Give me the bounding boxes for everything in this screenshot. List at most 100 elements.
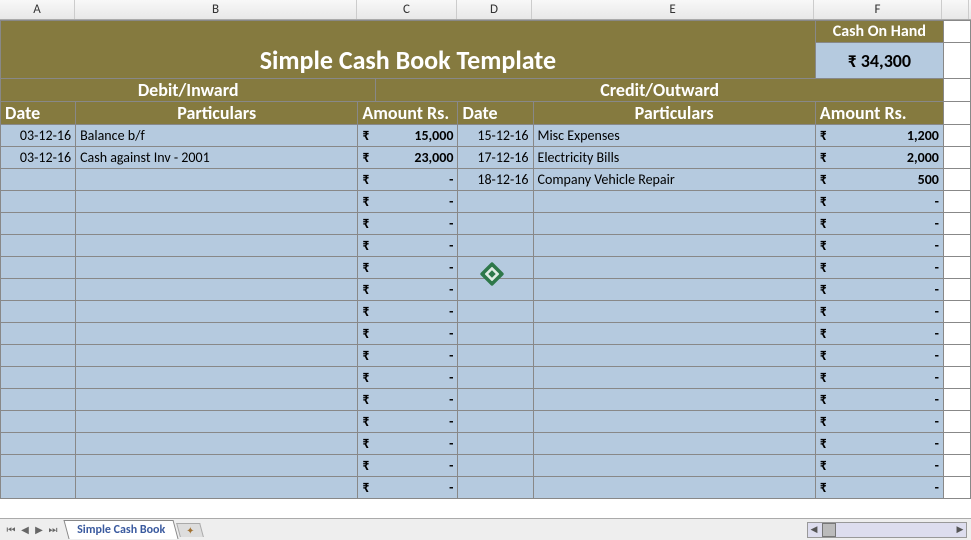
spreadsheet-grid[interactable]: Cash On Hand Simple Cash Book Template ₹… xyxy=(0,20,971,499)
debit-particulars[interactable] xyxy=(76,411,358,433)
new-sheet-button[interactable]: ✦ xyxy=(176,523,204,537)
debit-rupee[interactable]: ₹ xyxy=(358,433,376,455)
debit-particulars[interactable] xyxy=(76,279,358,301)
debit-date[interactable] xyxy=(1,411,76,433)
debit-amount[interactable]: - xyxy=(376,455,458,477)
tab-prev-icon[interactable]: ◀ xyxy=(18,523,32,536)
debit-date[interactable] xyxy=(1,345,76,367)
empty-cell[interactable] xyxy=(943,43,970,79)
tab-next-icon[interactable]: ▶ xyxy=(32,523,46,536)
empty-cell[interactable] xyxy=(943,433,970,455)
empty-cell[interactable] xyxy=(943,169,970,191)
debit-particulars[interactable] xyxy=(76,257,358,279)
debit-particulars[interactable]: Cash against Inv - 2001 xyxy=(76,147,358,169)
empty-cell[interactable] xyxy=(943,257,970,279)
credit-date[interactable]: 17-12-16 xyxy=(458,147,533,169)
column-letter[interactable]: A xyxy=(0,0,75,19)
debit-particulars[interactable] xyxy=(76,345,358,367)
credit-amount[interactable]: - xyxy=(833,455,943,477)
debit-amount[interactable]: - xyxy=(376,169,458,191)
column-letter[interactable]: B xyxy=(75,0,357,19)
debit-amount[interactable]: - xyxy=(376,235,458,257)
credit-rupee[interactable]: ₹ xyxy=(815,433,833,455)
credit-date[interactable]: 18-12-16 xyxy=(458,169,533,191)
credit-rupee[interactable]: ₹ xyxy=(815,125,833,147)
debit-date[interactable] xyxy=(1,235,76,257)
credit-amount[interactable]: - xyxy=(833,257,943,279)
credit-particulars[interactable] xyxy=(533,433,815,455)
scroll-thumb[interactable] xyxy=(822,523,836,537)
credit-rupee[interactable]: ₹ xyxy=(815,367,833,389)
column-letter[interactable]: F xyxy=(814,0,942,19)
debit-date[interactable]: 03-12-16 xyxy=(1,125,76,147)
credit-particulars[interactable] xyxy=(533,367,815,389)
debit-rupee[interactable]: ₹ xyxy=(358,191,376,213)
tab-first-icon[interactable]: ⏮ xyxy=(4,523,18,536)
credit-amount[interactable]: - xyxy=(833,279,943,301)
debit-date[interactable] xyxy=(1,213,76,235)
empty-cell[interactable] xyxy=(943,125,970,147)
debit-date[interactable] xyxy=(1,323,76,345)
credit-rupee[interactable]: ₹ xyxy=(815,279,833,301)
horizontal-scrollbar[interactable]: ◀ ▶ xyxy=(807,522,967,538)
credit-amount[interactable]: - xyxy=(833,389,943,411)
debit-amount[interactable]: - xyxy=(376,279,458,301)
debit-rupee[interactable]: ₹ xyxy=(358,125,376,147)
credit-rupee[interactable]: ₹ xyxy=(815,147,833,169)
debit-date[interactable] xyxy=(1,279,76,301)
scroll-left-icon[interactable]: ◀ xyxy=(808,523,820,537)
credit-rupee[interactable]: ₹ xyxy=(815,191,833,213)
credit-amount[interactable]: - xyxy=(833,301,943,323)
credit-particulars[interactable]: Misc Expenses xyxy=(533,125,815,147)
debit-amount[interactable]: - xyxy=(376,323,458,345)
debit-date[interactable] xyxy=(1,191,76,213)
debit-particulars[interactable] xyxy=(76,433,358,455)
debit-amount[interactable]: - xyxy=(376,411,458,433)
empty-cell[interactable] xyxy=(943,102,970,125)
empty-cell[interactable] xyxy=(943,213,970,235)
empty-cell[interactable] xyxy=(943,147,970,169)
credit-particulars[interactable] xyxy=(533,279,815,301)
empty-cell[interactable] xyxy=(943,191,970,213)
credit-particulars[interactable] xyxy=(533,235,815,257)
debit-amount[interactable]: - xyxy=(376,389,458,411)
debit-amount[interactable]: - xyxy=(376,433,458,455)
debit-date[interactable] xyxy=(1,433,76,455)
debit-amount[interactable]: 23,000 xyxy=(376,147,458,169)
debit-particulars[interactable] xyxy=(76,455,358,477)
credit-rupee[interactable]: ₹ xyxy=(815,213,833,235)
debit-particulars[interactable] xyxy=(76,301,358,323)
empty-cell[interactable] xyxy=(943,323,970,345)
empty-cell[interactable] xyxy=(943,235,970,257)
debit-date[interactable]: 03-12-16 xyxy=(1,147,76,169)
debit-rupee[interactable]: ₹ xyxy=(358,147,376,169)
debit-amount[interactable]: - xyxy=(376,345,458,367)
empty-cell[interactable] xyxy=(943,21,970,43)
debit-particulars[interactable] xyxy=(76,213,358,235)
debit-rupee[interactable]: ₹ xyxy=(358,455,376,477)
column-letter[interactable]: C xyxy=(357,0,457,19)
credit-particulars[interactable] xyxy=(533,411,815,433)
column-letter[interactable]: E xyxy=(532,0,814,19)
debit-rupee[interactable]: ₹ xyxy=(358,169,376,191)
debit-date[interactable] xyxy=(1,257,76,279)
debit-amount[interactable]: - xyxy=(376,301,458,323)
credit-amount[interactable]: - xyxy=(833,433,943,455)
credit-rupee[interactable]: ₹ xyxy=(815,301,833,323)
empty-cell[interactable] xyxy=(943,345,970,367)
empty-cell[interactable] xyxy=(943,455,970,477)
credit-date[interactable] xyxy=(458,367,533,389)
debit-particulars[interactable]: Balance b/f xyxy=(76,125,358,147)
debit-rupee[interactable]: ₹ xyxy=(358,257,376,279)
credit-particulars[interactable]: Electricity Bills xyxy=(533,147,815,169)
credit-date[interactable] xyxy=(458,235,533,257)
credit-amount[interactable]: - xyxy=(833,213,943,235)
credit-particulars[interactable] xyxy=(533,389,815,411)
debit-date[interactable] xyxy=(1,367,76,389)
credit-date[interactable] xyxy=(458,477,533,499)
credit-date[interactable] xyxy=(458,345,533,367)
sheet-tab-active[interactable]: Simple Cash Book xyxy=(63,520,178,539)
debit-date[interactable] xyxy=(1,455,76,477)
debit-particulars[interactable] xyxy=(76,323,358,345)
debit-particulars[interactable] xyxy=(76,477,358,499)
